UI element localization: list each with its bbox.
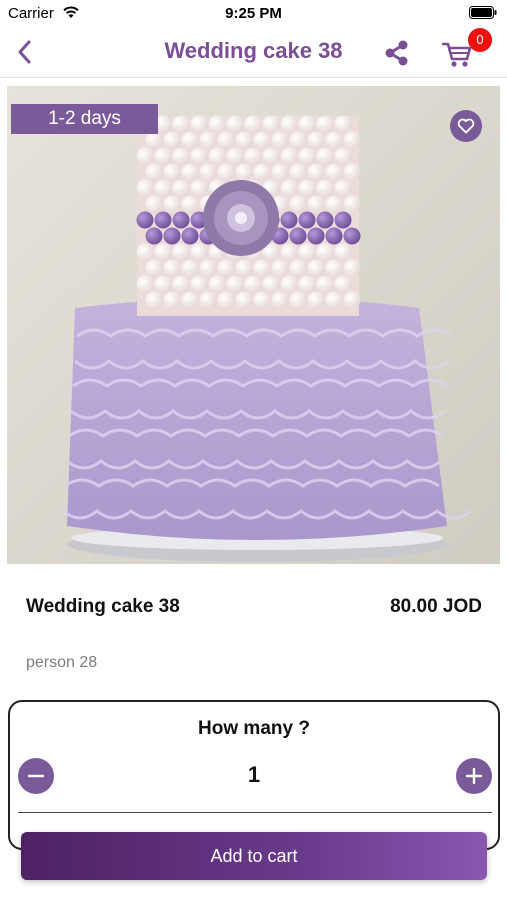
product-description: person 28 [26,654,98,671]
divider [18,812,492,813]
cart-count-badge: 0 [468,28,492,52]
delivery-time-badge: 1-2 days [11,104,158,134]
brooch-ornament [203,180,279,256]
heart-icon [457,118,475,134]
product-image: 1-2 days [7,86,500,564]
page-title: Wedding cake 38 [164,38,343,63]
quantity-value: 1 [247,762,261,787]
quantity-selector: How many ? 1 [8,700,500,850]
plus-icon [465,767,483,785]
favorite-button[interactable] [450,110,482,142]
product-price: 80.00 JOD [390,596,482,617]
add-to-cart-button[interactable]: Add to cart [21,832,487,880]
product-name: Wedding cake 38 [26,596,180,617]
cake-illustration [7,86,500,564]
status-bar: Carrier 9:25 PM [0,0,507,28]
battery-icon [469,6,497,19]
share-icon [385,40,408,66]
share-button[interactable] [382,38,412,68]
status-time: 9:25 PM [225,5,282,22]
navigation-bar: Wedding cake 38 0 [0,28,507,78]
increase-quantity-button[interactable] [456,758,492,794]
quantity-title: How many ? [198,718,310,739]
